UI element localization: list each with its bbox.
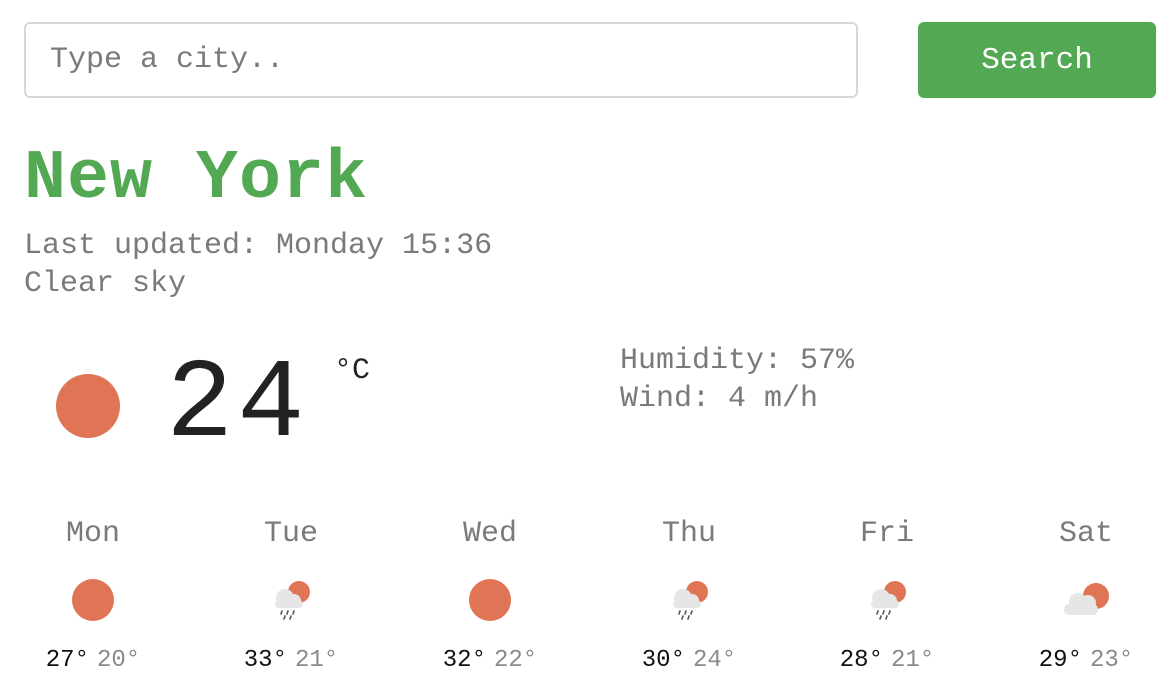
forecast-max-temp: 33° [243, 647, 287, 674]
forecast-max-temp: 27° [45, 647, 89, 674]
search-button[interactable]: Search [918, 22, 1156, 98]
forecast-min-temp: 20° [97, 647, 141, 674]
forecast-min-temp: 21° [891, 647, 935, 674]
forecast-day-name: Tue [263, 517, 318, 551]
forecast-max-temp: 30° [641, 647, 685, 674]
forecast-temperatures: 32° 22° [410, 646, 570, 676]
humidity-text: Humidity: 57% [620, 344, 855, 378]
forecast-day-name: Mon [65, 517, 120, 551]
forecast-day-name: Sat [1058, 517, 1113, 551]
forecast-min-temp: 22° [494, 647, 538, 674]
forecast-temperatures: 28° 21° [807, 646, 967, 676]
sun-rain-cloud-icon [275, 581, 310, 620]
sun-icon [72, 579, 114, 621]
forecast-temperatures: 29° 23° [1006, 646, 1166, 676]
city-name: New York [24, 140, 369, 219]
forecast-day: Sat 29° 23° [1006, 512, 1166, 682]
forecast-day-name: Wed [462, 517, 517, 551]
forecast-day-name: Fri [859, 517, 914, 551]
wind-text: Wind: 4 m/h [620, 382, 819, 416]
forecast-temperatures: 30° 24° [609, 646, 769, 676]
sun-cloud-icon [1064, 583, 1109, 615]
forecast-day-name: Thu [661, 517, 716, 551]
forecast-min-temp: 24° [693, 647, 737, 674]
weather-description: Clear sky [24, 267, 187, 301]
forecast-max-temp: 32° [442, 647, 486, 674]
forecast-min-temp: 23° [1090, 647, 1134, 674]
city-search-input[interactable] [24, 22, 858, 98]
forecast-day: Mon 27° 20° [13, 512, 173, 682]
forecast-temperatures: 27° 20° [13, 646, 173, 676]
celsius-unit-link[interactable]: °C [334, 354, 370, 388]
sun-rain-cloud-icon [871, 581, 906, 620]
sun-icon [469, 579, 511, 621]
forecast-day: Tue 33° 21° [211, 512, 371, 682]
sun-rain-cloud-icon [673, 581, 708, 620]
forecast-min-temp: 21° [295, 647, 339, 674]
forecast-row: Mon 27° 20° Tue 33° 21° Wed 32° 22° Thu … [0, 512, 1172, 682]
forecast-day: Wed 32° 22° [410, 512, 570, 682]
forecast-max-temp: 28° [839, 647, 883, 674]
forecast-max-temp: 29° [1038, 647, 1082, 674]
forecast-day: Thu 30° 24° [609, 512, 769, 682]
last-updated-text: Last updated: Monday 15:36 [24, 229, 493, 263]
forecast-day: Fri 28° 21° [807, 512, 967, 682]
search-bar: Search [24, 22, 1156, 98]
sun-icon [56, 374, 120, 438]
forecast-temperatures: 33° 21° [211, 646, 371, 676]
current-temperature: 24 [166, 342, 309, 469]
